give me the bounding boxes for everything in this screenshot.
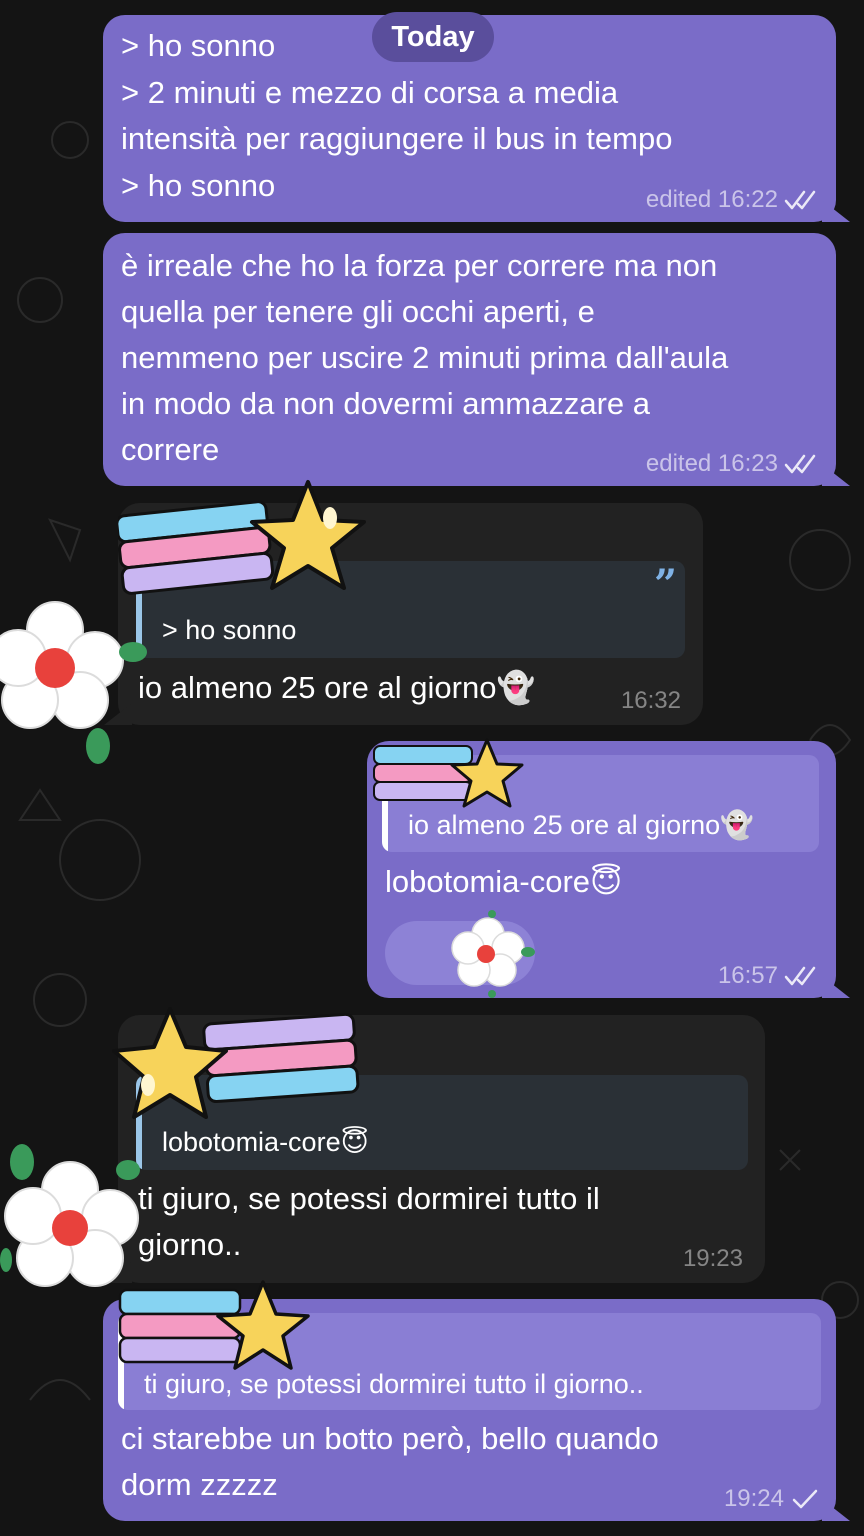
message-line: intensità per raggiungere il bus in temp… — [121, 121, 673, 156]
reaction-pill[interactable] — [385, 921, 535, 985]
message-line: quella per tenere gli occhi aperti, e — [121, 294, 595, 329]
double-check-icon — [784, 454, 816, 474]
message-text-body: lobotomia-core — [385, 864, 591, 899]
message-text: lobotomia-core😇 — [385, 859, 622, 906]
message-line: correre — [121, 432, 220, 467]
outgoing-message[interactable]: io almeno 25 ore al giorno👻 lobotomia-co… — [367, 741, 850, 998]
halo-emoji: 😇 — [590, 864, 623, 899]
incoming-message[interactable]: ” > ho sonno io almeno 25 ore al giorno👻… — [104, 503, 703, 725]
reply-bar — [382, 755, 388, 852]
reply-bar — [136, 1075, 142, 1170]
message-time: edited 16:23 — [645, 450, 778, 477]
message-line: > ho sonno — [121, 28, 276, 63]
bubble-tail — [822, 464, 850, 486]
reply-quote[interactable]: ti giuro, se potessi dormirei tutto il g… — [118, 1313, 821, 1410]
reply-text-body: lobotomia-core — [162, 1127, 341, 1157]
halo-emoji: 😇 — [340, 1127, 369, 1157]
single-check-icon — [792, 1489, 818, 1509]
double-check-icon — [784, 966, 816, 986]
bubble-tail — [104, 703, 132, 725]
message-time: 16:57 — [717, 962, 778, 989]
reply-quote[interactable]: lobotomia-core😇 — [136, 1075, 748, 1170]
message-meta: 16:32 — [621, 687, 681, 715]
message-time: 19:24 — [723, 1485, 784, 1512]
reply-quote[interactable]: io almeno 25 ore al giorno👻 — [382, 755, 819, 852]
message-line: nemmeno per uscire 2 minuti prima dall'a… — [121, 340, 729, 375]
message-line: > 2 minuti e mezzo di corsa a media — [121, 75, 619, 110]
message-meta: edited 16:22 — [646, 186, 820, 214]
reply-text: > ho sonno — [162, 615, 297, 645]
message-meta: 19:24 — [724, 1485, 820, 1513]
reply-text-body: io almeno 25 ore al giorno — [408, 810, 721, 840]
message-line: dorm zzzzz — [121, 1467, 278, 1502]
incoming-message[interactable]: lobotomia-core😇 ti giuro, se potessi dor… — [104, 1015, 765, 1283]
message-text: io almeno 25 ore al giorno👻 — [138, 665, 535, 712]
bubble-tail — [104, 1261, 132, 1283]
reply-quote[interactable]: ” > ho sonno — [136, 561, 685, 658]
message-line: > ho sonno — [121, 168, 276, 203]
message-meta: edited 16:23 — [646, 450, 820, 478]
ghost-emoji: 👻 — [720, 810, 754, 840]
message-line: in modo da non dovermi ammazzare a — [121, 386, 650, 421]
quote-icon: ” — [653, 561, 677, 608]
ghost-emoji: 👻 — [496, 670, 536, 705]
message-text-body: io almeno 25 ore al giorno — [138, 670, 497, 705]
reply-bar — [118, 1313, 124, 1410]
message-time: 16:32 — [620, 687, 681, 714]
reply-bar — [136, 561, 142, 658]
message-meta: 19:23 — [683, 1245, 743, 1273]
message-time: edited 16:22 — [645, 186, 778, 213]
date-divider: Today — [372, 12, 494, 62]
message-time: 19:23 — [682, 1245, 743, 1272]
reply-text: io almeno 25 ore al giorno👻 — [408, 809, 754, 841]
bubble-tail — [822, 1499, 850, 1521]
outgoing-message[interactable]: ti giuro, se potessi dormirei tutto il g… — [103, 1299, 850, 1521]
message-line: ci starebbe un botto però, bello quando — [121, 1421, 659, 1456]
reply-text: ti giuro, se potessi dormirei tutto il g… — [144, 1369, 644, 1399]
message-line: giorno.. — [138, 1227, 242, 1262]
reply-text: lobotomia-core😇 — [162, 1127, 369, 1158]
double-check-icon — [784, 190, 816, 210]
bubble-tail — [822, 976, 850, 998]
message-line: è irreale che ho la forza per correre ma… — [121, 248, 718, 283]
message-line: ti giuro, se potessi dormirei tutto il — [138, 1181, 600, 1216]
message-meta: 16:57 — [718, 962, 820, 990]
outgoing-message[interactable]: è irreale che ho la forza per correre ma… — [103, 233, 850, 486]
bubble-tail — [822, 200, 850, 222]
